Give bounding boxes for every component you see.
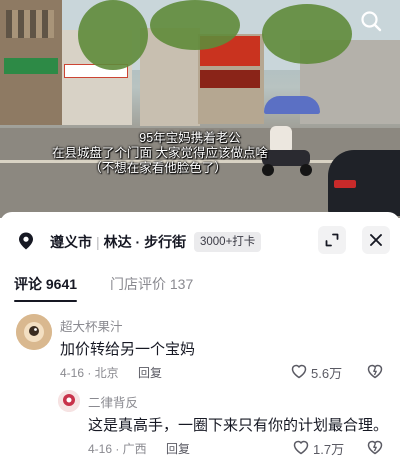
video-caption-line: 在县城盘了个门面 大家觉得应该做点啥	[52, 146, 268, 160]
expand-button[interactable]	[318, 226, 346, 254]
like-count: 1.7万	[313, 442, 345, 457]
comment-username[interactable]: 超大杯果汁	[60, 316, 123, 335]
expand-icon	[325, 233, 339, 247]
comment-text: 加价转给另一个宝妈	[60, 341, 196, 358]
location-separator: |	[96, 234, 100, 250]
dislike-icon[interactable]	[366, 362, 384, 380]
close-button[interactable]	[362, 226, 390, 254]
location-bar[interactable]: 遵义市 | 林达 · 步行街 3000+打卡	[0, 212, 400, 264]
comment-username[interactable]: 二律背反	[88, 392, 138, 411]
video-tree	[150, 0, 240, 50]
video-caption-line: （不想在家看他脸色了）	[89, 161, 227, 175]
tab-comments[interactable]: 评论 9641	[14, 274, 78, 302]
video-caption-line: 95年宝妈携着老公	[139, 131, 241, 145]
search-icon[interactable]	[360, 10, 382, 32]
location-pin-icon	[19, 232, 33, 250]
video-tree	[78, 0, 148, 70]
reply-button[interactable]: 回复	[138, 364, 162, 381]
comments-sheet: 遵义市|林达 · 步行街 3000+打卡 评论 9641 门店评价 137	[0, 212, 400, 464]
avatar-image	[58, 390, 80, 412]
tab-bar: 评论 9641 门店评价 137	[0, 274, 400, 304]
avatar[interactable]	[58, 390, 80, 412]
close-icon	[370, 234, 382, 246]
checkin-badge: 3000+打卡	[194, 232, 262, 252]
avatar-image	[16, 314, 52, 350]
location-place: 林达 · 步行街	[103, 234, 187, 250]
avatar[interactable]	[16, 314, 52, 350]
comment-meta: 4-16 · 北京	[60, 366, 119, 380]
comment-text: 这是真高手，一圈下来只有你的计划最合理。	[88, 417, 389, 434]
video-car-light	[334, 180, 356, 188]
location-name[interactable]: 遵义市 | 林达 · 步行街	[50, 232, 186, 252]
location-city: 遵义市	[50, 234, 92, 250]
video-building	[0, 0, 62, 125]
video-tree	[262, 4, 352, 64]
comment-meta: 4-16 · 广西	[88, 442, 147, 456]
reply-button[interactable]: 回复	[166, 440, 190, 457]
tab-store-reviews[interactable]: 门店评价 137	[110, 274, 193, 302]
dislike-icon[interactable]	[366, 438, 384, 456]
like-count: 5.6万	[311, 366, 343, 381]
video-player[interactable]: 95年宝妈携着老公 在县城盘了个门面 大家觉得应该做点啥 （不想在家看他脸色了）	[0, 0, 400, 218]
like-heart-icon[interactable]	[292, 438, 310, 456]
video-umbrella	[264, 96, 320, 114]
like-heart-icon[interactable]	[290, 362, 308, 380]
